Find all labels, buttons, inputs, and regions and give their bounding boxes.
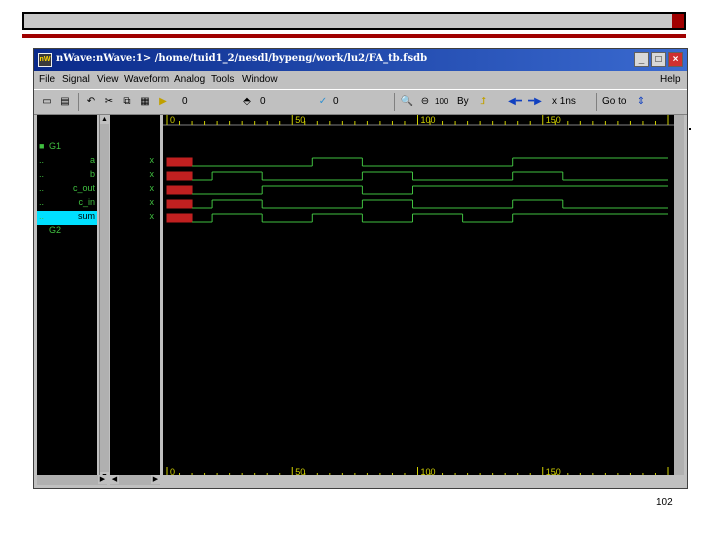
waveform-panel[interactable]: 0 50 100 150 0 50 100 150 (163, 115, 674, 478)
delta-time: 0 (333, 96, 339, 107)
maximize-button[interactable]: □ (651, 52, 666, 67)
scroll-left-icon[interactable]: ◀ (110, 475, 119, 484)
zoom-out-icon[interactable]: ⊖ (416, 93, 434, 111)
ruler-label: 0 (170, 115, 175, 125)
signal-value: x (149, 155, 155, 165)
goto-label: Go to (602, 96, 627, 107)
prev-arrow-icon[interactable]: ◀━ (506, 93, 524, 111)
time-unit: x 1ns (552, 96, 576, 107)
ruler-label: 50 (295, 467, 305, 475)
menu-window[interactable]: Window (242, 74, 278, 85)
group-row[interactable]: G2 (37, 225, 97, 239)
menu-waveform[interactable]: Waveform (124, 74, 169, 85)
scroll-up-icon[interactable]: ▲ (100, 115, 109, 124)
scroll-right-icon[interactable]: ▶ (151, 475, 160, 484)
unknown-region (166, 185, 193, 195)
toolbar: ▭ ▤ ↶ ✂ ⧉ ▦ ▶ 0 ⬘ 0 ✓ 0 🔍 ⊖ 100 By ⮥ ◀━ … (34, 89, 687, 115)
menu-analog[interactable]: Analog (174, 74, 205, 85)
next-arrow-icon[interactable]: ━▶ (526, 93, 544, 111)
title-accent (672, 14, 684, 28)
signal-value: x (149, 197, 155, 207)
menubar: File Signal View Waveform Analog Tools W… (34, 72, 687, 88)
signal-hscroll[interactable]: ▶ (37, 475, 107, 485)
waveform-scrollbar[interactable] (674, 115, 684, 475)
cursor-icon[interactable]: ▶ (154, 93, 172, 111)
menu-view[interactable]: View (97, 74, 119, 85)
unknown-region (166, 213, 193, 223)
zoom-in-icon[interactable]: 🔍 (398, 93, 416, 111)
group-label: G2 (49, 225, 62, 235)
slide-rule (22, 34, 686, 38)
value-hscroll[interactable]: ◀ ▶ (110, 475, 160, 485)
ruler-label: 100 (421, 467, 436, 475)
copy-icon[interactable]: ⧉ (118, 93, 136, 111)
open-icon[interactable]: ▭ (38, 93, 56, 111)
cursor-time: 0 (182, 96, 188, 107)
signal-value: x (149, 211, 155, 221)
slide-dot (689, 128, 691, 130)
edge-icon[interactable]: ⮥ (474, 93, 492, 111)
window-title: nWave:nWave:1> /home/tuid1_2/nesdl/bypen… (56, 53, 428, 64)
menu-signal[interactable]: Signal (62, 74, 90, 85)
by-label: By (457, 96, 469, 107)
unknown-region (166, 157, 193, 167)
value-panel: x x x x x (110, 115, 160, 481)
signal-row[interactable]: .. c_in (37, 197, 97, 211)
ruler-label: 0 (170, 467, 175, 475)
signal-value: x (149, 183, 155, 193)
signal-value: x (149, 169, 155, 179)
ruler-label: 150 (546, 115, 561, 125)
unknown-region (166, 171, 193, 181)
signal-row[interactable]: .. c_out (37, 183, 97, 197)
waveform-canvas[interactable]: 0 50 100 150 0 50 100 150 (163, 115, 674, 478)
signal-row[interactable]: .. a (37, 155, 97, 169)
undo-icon[interactable]: ↶ (82, 93, 100, 111)
marker-icon[interactable]: ⬘ (238, 93, 256, 111)
cut-icon[interactable]: ✂ (100, 93, 118, 111)
slide-title-bar (22, 12, 686, 30)
app-icon: nW (38, 53, 52, 67)
ruler-label: 150 (546, 467, 561, 475)
ruler-label: 100 (421, 115, 436, 125)
signal-scrollbar[interactable]: ▲ ▼ (99, 115, 109, 481)
menu-tools[interactable]: Tools (211, 74, 234, 85)
close-button[interactable]: × (668, 52, 683, 67)
paste-icon[interactable]: ▦ (136, 93, 154, 111)
group-row[interactable]: ■ G1 (37, 141, 97, 155)
group-label: G1 (49, 141, 62, 151)
ruler-label: 50 (295, 115, 305, 125)
signal-row[interactable]: .. b (37, 169, 97, 183)
signal-name-panel: ■ G1 .. a .. b .. c_out .. c_in .. sum G2 (37, 115, 97, 481)
signal-row-selected[interactable]: .. sum (37, 211, 97, 225)
menu-file[interactable]: File (39, 74, 55, 85)
unknown-region (166, 199, 193, 209)
nwave-window: nW nWave:nWave:1> /home/tuid1_2/nesdl/by… (33, 48, 688, 489)
scroll-right-icon[interactable]: ▶ (98, 475, 107, 484)
save-icon[interactable]: ▤ (56, 93, 74, 111)
window-titlebar[interactable]: nW nWave:nWave:1> /home/tuid1_2/nesdl/by… (34, 49, 687, 71)
goto-dropdown-icon[interactable]: ⇕ (632, 93, 650, 111)
minimize-button[interactable]: _ (634, 52, 649, 67)
zoom-100-button[interactable]: 100 (435, 93, 448, 111)
marker-time: 0 (260, 96, 266, 107)
menu-help[interactable]: Help (660, 74, 681, 85)
page-number: 102 (656, 497, 673, 508)
delta-icon[interactable]: ✓ (314, 93, 332, 111)
